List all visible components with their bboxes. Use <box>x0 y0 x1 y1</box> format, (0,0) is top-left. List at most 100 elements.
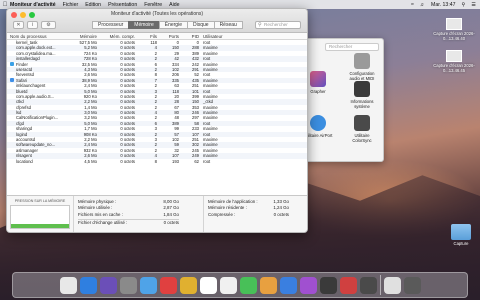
tab-memoire[interactable]: Mémoire <box>128 21 160 29</box>
process-icon <box>10 159 14 163</box>
dock-app-icon[interactable] <box>159 276 177 294</box>
cell-ports: 193 <box>172 158 179 164</box>
menu-edition[interactable]: Edition <box>85 2 101 8</box>
process-icon <box>10 111 14 115</box>
tab-bar: Processeur Mémoire Énergie Disque Réseau <box>92 21 243 29</box>
memory-stats: Mémoire physique :8,00 Go Mémoire utilis… <box>73 196 183 232</box>
colorsync-icon <box>354 115 370 131</box>
file-thumbnail-icon <box>446 18 462 30</box>
volume-icon[interactable]: ♬ <box>420 2 425 8</box>
stat-value: 1,84 Go <box>163 211 179 217</box>
desktop-folder[interactable]: Capture <box>448 224 474 246</box>
notification-center-icon[interactable]: ☰ <box>471 2 476 8</box>
stat-label: Fichier d'échange utilisé : <box>78 220 128 226</box>
dock-app-icon[interactable] <box>139 276 157 294</box>
process-icon <box>10 73 14 77</box>
menu-app-name[interactable]: Moniteur d'activité <box>10 2 56 8</box>
utility-colorsync[interactable]: Utilitaire ColorSync <box>347 115 377 143</box>
dock-app-icon[interactable] <box>179 276 197 294</box>
tab-energie[interactable]: Énergie <box>158 21 188 29</box>
stop-process-button[interactable]: ✕ <box>13 21 24 29</box>
dock-app-icon[interactable] <box>319 276 337 294</box>
process-icon <box>10 41 14 45</box>
process-icon <box>10 127 14 131</box>
inspect-button[interactable]: i <box>27 21 38 29</box>
stat-label: Fichiers mis en cache : <box>78 211 123 217</box>
audio-midi-icon <box>354 53 370 69</box>
process-icon <box>10 122 14 126</box>
column-name[interactable]: Nom du processus <box>7 33 67 39</box>
process-icon <box>10 46 14 50</box>
menu-fenetre[interactable]: Fenêtre <box>144 2 162 8</box>
column-compressed[interactable]: Mém. compr. <box>97 33 135 39</box>
menu-fichier[interactable]: Fichier <box>63 2 79 8</box>
process-icon <box>10 138 14 142</box>
process-icon <box>10 95 14 99</box>
cell-memory: 4,5 Mo <box>84 158 97 164</box>
process-name: locationd <box>16 158 33 164</box>
menu-presentation[interactable]: Présentation <box>108 2 137 8</box>
stat-value: 0 octets <box>163 220 179 226</box>
tab-processeur[interactable]: Processeur <box>92 21 130 29</box>
menu-aide[interactable]: Aide <box>169 2 179 8</box>
activity-monitor-window: Moniteur d'activité (Toutes les opératio… <box>6 8 308 233</box>
dock-app-icon[interactable] <box>339 276 357 294</box>
process-table: kernel_task 527,5 Mo 0 octets 118 0 0 root com.… <box>7 40 307 164</box>
wifi-icon[interactable]: ≈ <box>411 2 414 8</box>
memory-pressure-panel: PRESSION SUR LA MÉMOIRE <box>7 196 73 232</box>
column-pid[interactable]: PID <box>179 33 199 39</box>
column-memory[interactable]: Mémoire <box>67 33 97 39</box>
apple-menu-icon[interactable]:  <box>0 2 10 8</box>
utility-system-information[interactable]: Informations système <box>347 81 377 109</box>
column-ports[interactable]: Ports <box>157 33 179 39</box>
dock-app-icon[interactable] <box>59 276 77 294</box>
dock-app-icon[interactable] <box>259 276 277 294</box>
file-thumbnail-icon <box>446 50 462 62</box>
dock <box>12 272 468 298</box>
process-icon <box>10 105 14 109</box>
column-user[interactable]: Utilisateur <box>199 33 239 39</box>
dock-app-icon[interactable] <box>403 276 421 294</box>
table-header: Nom du processus Mémoire Mém. compr. Fil… <box>7 33 307 40</box>
tab-disque[interactable]: Disque <box>186 21 215 29</box>
process-icon <box>10 84 14 88</box>
desktop-screenshot-file[interactable]: Capture d'écran 2026-0...13.46.40 <box>432 18 476 41</box>
process-icon <box>10 132 14 136</box>
cell-user: root <box>203 158 211 164</box>
process-icon <box>10 62 14 67</box>
dock-app-icon[interactable] <box>99 276 117 294</box>
tab-reseau[interactable]: Réseau <box>213 21 243 29</box>
process-icon <box>10 89 14 93</box>
clock[interactable]: Mar. 13:47 <box>431 2 456 8</box>
gear-icon[interactable]: ⚙ <box>41 21 56 29</box>
table-row[interactable]: locationd 4,5 Mo 0 octets 8 193 62 root <box>7 159 307 164</box>
search-icon: ⚲ <box>258 22 262 28</box>
dock-app-icon[interactable] <box>199 276 217 294</box>
dock-app-icon[interactable] <box>219 276 237 294</box>
process-icon <box>10 78 14 83</box>
dock-app-icon[interactable] <box>299 276 317 294</box>
desktop-screenshot-file[interactable]: Capture d'écran 2026-0...13.46.45 <box>432 50 476 73</box>
stat-value: 0 octets <box>273 211 289 217</box>
dock-app-icon[interactable] <box>119 276 137 294</box>
memory-pressure-fill <box>11 223 69 228</box>
finder-search-input[interactable]: Rechercher <box>325 43 379 51</box>
grapher-icon <box>310 71 326 87</box>
dock-app-icon[interactable] <box>359 276 377 294</box>
cell-pid: 62 <box>194 158 199 164</box>
window-title: Moniteur d'activité (Toutes les opératio… <box>110 11 204 17</box>
memory-pressure-graph <box>10 205 70 229</box>
window-titlebar: Moniteur d'activité (Toutes les opératio… <box>7 9 307 33</box>
search-input[interactable]: ⚲ Rechercher <box>255 21 301 29</box>
cell-compressed: 0 octets <box>120 158 135 164</box>
utility-audio-midi[interactable]: Configuration audio et MIDI <box>347 53 377 81</box>
dock-app-icon[interactable] <box>79 276 97 294</box>
dock-app-icon[interactable] <box>279 276 297 294</box>
memory-stats-detail: Mémoire de l'application :1,33 Go Mémoir… <box>203 196 293 232</box>
spotlight-icon[interactable]: ⚲ <box>462 2 466 8</box>
column-threads[interactable]: Fils <box>135 33 157 39</box>
dock-app-icon[interactable] <box>383 276 401 294</box>
dock-app-icon[interactable] <box>239 276 257 294</box>
system-information-icon <box>354 81 370 97</box>
process-icon <box>10 154 14 158</box>
